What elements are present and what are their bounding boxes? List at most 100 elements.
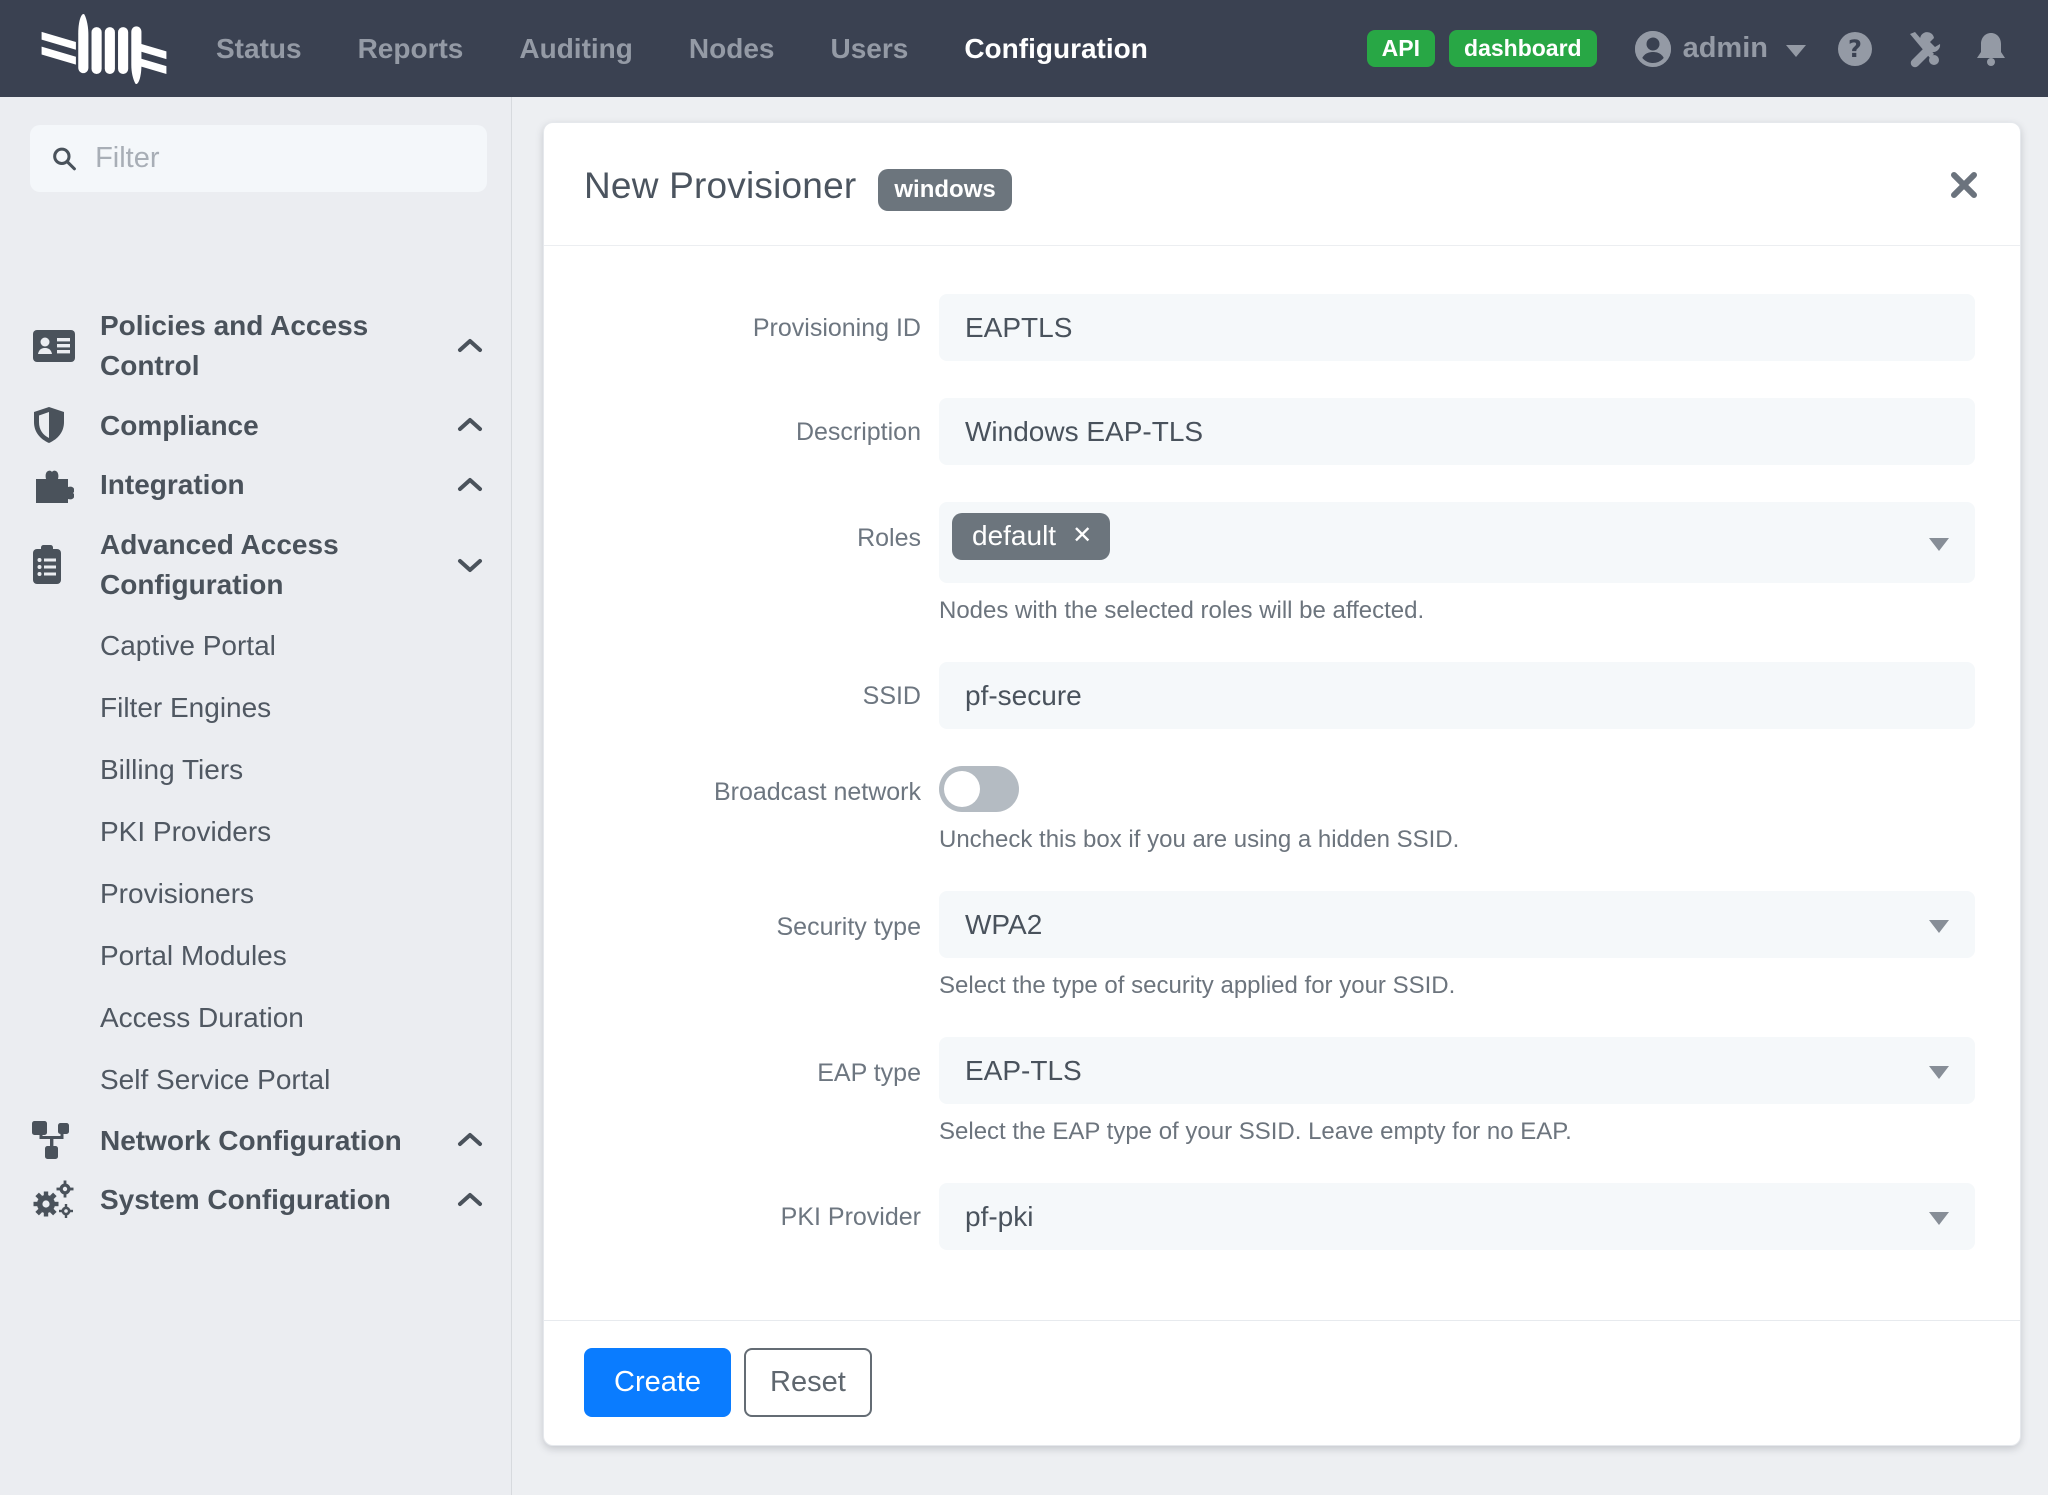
chevron-down-icon	[443, 555, 485, 575]
reset-button[interactable]: Reset	[744, 1348, 872, 1417]
sidebar-section-compliance[interactable]: Compliance	[30, 396, 487, 456]
card-footer: Create Reset	[544, 1320, 2020, 1445]
security-type-label: Security type	[584, 911, 921, 942]
advanced-access-submenu: Captive Portal Filter Engines Billing Ti…	[30, 615, 487, 1111]
sidebar-menu: Policies and Access Control Compliance	[30, 296, 487, 1230]
roles-multiselect[interactable]: default ✕	[939, 502, 1975, 583]
packetfence-logo[interactable]	[40, 10, 168, 88]
sidebar-item-captive-portal[interactable]: Captive Portal	[30, 615, 487, 677]
dashboard-badge[interactable]: dashboard	[1449, 30, 1597, 67]
description-label: Description	[584, 416, 921, 447]
nav-users[interactable]: Users	[830, 33, 908, 65]
dropdown-caret-icon	[1929, 1066, 1949, 1079]
role-tag-default: default ✕	[952, 513, 1110, 560]
sidebar-item-billing-tiers[interactable]: Billing Tiers	[30, 739, 487, 801]
search-icon	[52, 145, 77, 173]
toggle-knob	[944, 771, 980, 807]
description-input[interactable]	[939, 398, 1975, 465]
notifications-icon[interactable]	[1972, 30, 2010, 68]
sidebar-section-label: Advanced Access Configuration	[100, 525, 443, 605]
nav-configuration[interactable]: Configuration	[964, 33, 1148, 65]
sidebar-item-pki-providers[interactable]: PKI Providers	[30, 801, 487, 863]
sidebar-section-policies-access-control[interactable]: Policies and Access Control	[30, 296, 487, 396]
card-header: New Provisioner windows	[544, 123, 2020, 246]
form-row-roles: Roles default ✕ Nodes with the selected …	[584, 502, 1975, 625]
page-title: New Provisioner	[584, 165, 856, 207]
gears-icon	[32, 1180, 100, 1220]
network-diagram-icon	[32, 1121, 100, 1159]
chevron-up-icon	[443, 475, 485, 495]
tools-icon[interactable]	[1904, 30, 1942, 68]
navbar-right: API dashboard admin ?	[1367, 29, 2010, 69]
nav-reports[interactable]: Reports	[358, 33, 464, 65]
sidebar-item-self-service-portal[interactable]: Self Service Portal	[30, 1049, 487, 1111]
security-type-select[interactable]: WPA2	[939, 891, 1975, 958]
user-name: admin	[1683, 32, 1768, 65]
form-row-security-type: Security type WPA2 Select the type of se…	[584, 891, 1975, 1000]
help-icon[interactable]: ?	[1836, 30, 1874, 68]
form-row-broadcast-network: Broadcast network Uncheck this box if yo…	[584, 766, 1975, 854]
dropdown-caret-icon	[1929, 538, 1949, 551]
role-tag-label: default	[972, 522, 1056, 550]
sidebar-section-integration[interactable]: Integration	[30, 455, 487, 515]
ssid-label: SSID	[584, 680, 921, 711]
dropdown-caret-icon	[1929, 1212, 1949, 1225]
provisioner-type-badge: windows	[878, 169, 1011, 211]
clipboard-list-icon	[32, 545, 100, 585]
sidebar-item-portal-modules[interactable]: Portal Modules	[30, 925, 487, 987]
provisioning-id-input[interactable]	[939, 294, 1975, 361]
user-avatar-icon	[1633, 29, 1673, 69]
provisioning-id-label: Provisioning ID	[584, 312, 921, 343]
pki-provider-value: pf-pki	[965, 1201, 1033, 1233]
chevron-up-icon	[443, 415, 485, 435]
sidebar-section-network-configuration[interactable]: Network Configuration	[30, 1111, 487, 1171]
close-button[interactable]	[1942, 163, 1986, 207]
user-menu[interactable]: admin	[1633, 29, 1806, 69]
form-row-eap-type: EAP type EAP-TLS Select the EAP type of …	[584, 1037, 1975, 1146]
pki-provider-select[interactable]: pf-pki	[939, 1183, 1975, 1250]
security-type-help-text: Select the type of security applied for …	[939, 972, 1975, 1000]
eap-type-value: EAP-TLS	[965, 1055, 1082, 1087]
sidebar-item-provisioners[interactable]: Provisioners	[30, 863, 487, 925]
pki-provider-label: PKI Provider	[584, 1201, 921, 1232]
create-button[interactable]: Create	[584, 1348, 731, 1417]
chevron-down-icon	[1786, 45, 1806, 57]
new-provisioner-card: New Provisioner windows Provisioning ID	[543, 122, 2021, 1446]
sidebar-section-advanced-access-configuration[interactable]: Advanced Access Configuration	[30, 515, 487, 615]
form-row-pki-provider: PKI Provider pf-pki	[584, 1183, 1975, 1250]
svg-text:?: ?	[1848, 35, 1862, 63]
provisioner-form: Provisioning ID Description Roles	[544, 246, 2020, 1320]
sidebar-item-access-duration[interactable]: Access Duration	[30, 987, 487, 1049]
top-navbar: Status Reports Auditing Nodes Users Conf…	[0, 0, 2048, 97]
nav-nodes[interactable]: Nodes	[689, 33, 775, 65]
app-root: Status Reports Auditing Nodes Users Conf…	[0, 0, 2048, 1495]
form-row-provisioning-id: Provisioning ID	[584, 294, 1975, 361]
api-badge[interactable]: API	[1367, 30, 1435, 67]
sidebar-section-label: System Configuration	[100, 1180, 443, 1220]
sidebar-section-label: Integration	[100, 465, 443, 505]
ssid-input[interactable]	[939, 662, 1975, 729]
address-card-icon	[32, 328, 100, 364]
remove-role-icon[interactable]: ✕	[1072, 524, 1092, 548]
eap-type-select[interactable]: EAP-TLS	[939, 1037, 1975, 1104]
filter-input[interactable]	[95, 142, 465, 175]
puzzle-piece-icon	[32, 467, 100, 503]
chevron-up-icon	[443, 1190, 485, 1210]
bell-icon	[1973, 30, 2009, 68]
main-content: New Provisioner windows Provisioning ID	[513, 97, 2048, 1495]
broadcast-network-toggle[interactable]	[939, 766, 1019, 812]
sidebar-item-filter-engines[interactable]: Filter Engines	[30, 677, 487, 739]
sidebar-section-label: Policies and Access Control	[100, 306, 443, 386]
sidebar-section-label: Compliance	[100, 406, 443, 446]
chevron-up-icon	[443, 336, 485, 356]
nav-auditing[interactable]: Auditing	[519, 33, 633, 65]
sidebar-filter[interactable]	[30, 125, 487, 192]
chevron-up-icon	[443, 1130, 485, 1150]
form-row-description: Description	[584, 398, 1975, 465]
nav-status[interactable]: Status	[216, 33, 302, 65]
form-row-ssid: SSID	[584, 662, 1975, 729]
dropdown-caret-icon	[1929, 920, 1949, 933]
main-nav: Status Reports Auditing Nodes Users Conf…	[216, 33, 1148, 65]
sidebar-section-system-configuration[interactable]: System Configuration	[30, 1170, 487, 1230]
roles-help-text: Nodes with the selected roles will be af…	[939, 597, 1975, 625]
